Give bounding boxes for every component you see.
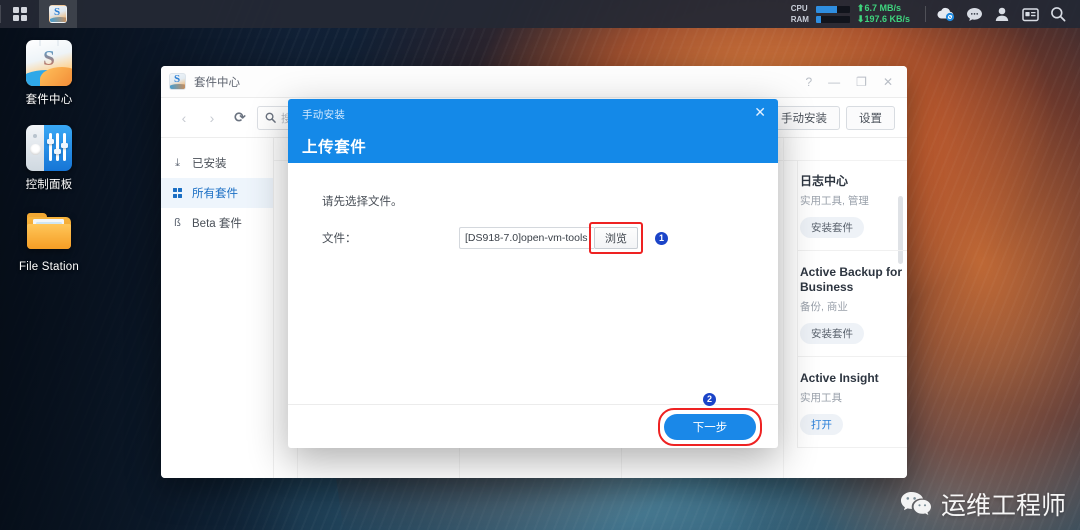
help-button[interactable]: ? bbox=[805, 76, 812, 88]
upload-speed: ⬆6.7 MB/s bbox=[856, 3, 901, 13]
wechat-icon bbox=[900, 492, 931, 515]
watermark: 运维工程师 bbox=[899, 486, 1066, 522]
package-category: 实用工具, 管理 bbox=[800, 195, 869, 207]
user-account-icon[interactable] bbox=[988, 0, 1016, 28]
sidebar-item-all-packages[interactable]: 所有套件 bbox=[161, 178, 273, 208]
desktop-icon-label: 套件中心 bbox=[25, 94, 73, 106]
manual-install-dialog: 手动安装 上传套件 ✕ 请先选择文件。 文件： [DS918-7.0]open-… bbox=[288, 99, 778, 448]
close-button[interactable]: ✕ bbox=[883, 76, 893, 88]
package-card[interactable]: Active Insight 实用工具 打开 bbox=[798, 357, 907, 448]
minimize-button[interactable]: — bbox=[828, 76, 840, 88]
beta-icon: ß bbox=[174, 217, 181, 229]
dialog-hint-text: 请先选择文件。 bbox=[322, 196, 403, 208]
taskbar: CPU RAM ⬆6.7 MB/s ⬇197.6 KB/s bbox=[0, 0, 1080, 28]
package-card[interactable]: 日志中心 实用工具, 管理 安装套件 bbox=[798, 160, 907, 251]
dialog-title: 上传套件 bbox=[302, 139, 367, 156]
grid-apps-icon bbox=[13, 7, 27, 21]
step-badge-2: 2 bbox=[703, 393, 716, 406]
package-list-column: 日志中心 实用工具, 管理 安装套件 Active Backup for Bus… bbox=[797, 160, 907, 448]
control-panel-icon bbox=[26, 125, 72, 171]
refresh-button[interactable]: ⟳ bbox=[229, 107, 251, 129]
sidebar-item-beta-packages[interactable]: ß Beta 套件 bbox=[161, 208, 273, 238]
desktop-root: CPU RAM ⬆6.7 MB/s ⬇197.6 KB/s bbox=[0, 0, 1080, 530]
window-title-bar[interactable]: 套件中心 ? — ❐ ✕ bbox=[161, 66, 907, 98]
window-title: 套件中心 bbox=[194, 76, 240, 89]
sidebar-item-installed[interactable]: ⤓ 已安装 bbox=[161, 148, 273, 178]
sidebar-item-label: 所有套件 bbox=[192, 188, 238, 200]
apps-menu-button[interactable] bbox=[1, 0, 39, 28]
next-button[interactable]: 下一步 bbox=[664, 413, 756, 440]
taskbar-separator bbox=[925, 6, 926, 22]
resource-bars bbox=[815, 5, 850, 23]
search-icon[interactable] bbox=[1044, 0, 1072, 28]
file-path-input[interactable]: [DS918-7.0]open-vm-tools bbox=[459, 227, 594, 249]
close-icon[interactable]: ✕ bbox=[754, 105, 766, 119]
package-name: Active Insight bbox=[800, 371, 879, 385]
file-label: 文件： bbox=[322, 233, 357, 245]
cpu-label: CPU bbox=[790, 3, 808, 13]
resource-labels: CPU RAM bbox=[790, 3, 809, 24]
package-category: 实用工具 bbox=[800, 392, 842, 404]
watermark-text: 运维工程师 bbox=[940, 491, 1066, 520]
desktop-icon-package-center[interactable]: S 套件中心 bbox=[6, 40, 92, 107]
browse-button[interactable]: 浏览 bbox=[594, 227, 638, 249]
taskbar-app-package-center[interactable] bbox=[39, 0, 77, 28]
file-select-row: 文件： [DS918-7.0]open-vm-tools 浏览 1 bbox=[288, 222, 778, 254]
taskbar-left-group bbox=[0, 0, 77, 28]
package-center-icon bbox=[49, 5, 67, 23]
download-speed: ⬇197.6 KB/s bbox=[856, 14, 910, 24]
cpu-usage-bar bbox=[815, 5, 850, 13]
package-card[interactable]: Active Backup for Business 备份, 商业 安装套件 bbox=[798, 251, 907, 357]
download-icon: ⤓ bbox=[175, 156, 180, 169]
network-speeds: ⬆6.7 MB/s ⬇197.6 KB/s bbox=[857, 4, 910, 24]
package-category: 备份, 商业 bbox=[800, 301, 848, 313]
taskbar-right-group: CPU RAM ⬆6.7 MB/s ⬇197.6 KB/s bbox=[782, 0, 1080, 28]
dialog-footer: 2 下一步 bbox=[288, 393, 778, 448]
ram-usage-bar bbox=[815, 15, 850, 23]
search-icon bbox=[265, 112, 276, 123]
sidebar-item-label: 已安装 bbox=[192, 158, 227, 170]
next-button-wrapper: 下一步 bbox=[658, 407, 762, 446]
package-center-sidebar: ⤓ 已安装 所有套件 ß Beta 套件 bbox=[161, 138, 274, 478]
back-button[interactable]: ‹ bbox=[173, 107, 195, 129]
ram-label: RAM bbox=[790, 14, 809, 24]
step-badge-1: 1 bbox=[655, 231, 668, 245]
dialog-subtitle: 手动安装 bbox=[302, 109, 346, 121]
file-station-icon bbox=[26, 210, 72, 256]
desktop-icon-file-station[interactable]: File Station bbox=[6, 210, 92, 273]
browse-button-wrapper: 浏览 bbox=[589, 222, 643, 254]
desktop-icon-control-panel[interactable]: 控制面板 bbox=[6, 125, 92, 192]
notifications-chat-icon[interactable] bbox=[960, 0, 988, 28]
resource-monitor-widget[interactable]: CPU RAM ⬆6.7 MB/s ⬇197.6 KB/s bbox=[782, 4, 919, 24]
forward-button[interactable]: › bbox=[201, 107, 223, 129]
sidebar-item-label: Beta 套件 bbox=[192, 218, 242, 230]
package-install-button[interactable]: 安装套件 bbox=[800, 217, 864, 238]
package-open-button[interactable]: 打开 bbox=[800, 414, 843, 435]
package-center-icon bbox=[169, 73, 186, 90]
manual-install-button[interactable]: 手动安装 bbox=[768, 105, 840, 130]
widgets-icon[interactable] bbox=[1016, 0, 1044, 28]
dialog-body: 请先选择文件。 文件： [DS918-7.0]open-vm-tools 浏览 … bbox=[288, 163, 778, 404]
window-controls: ? — ❐ ✕ bbox=[805, 76, 899, 88]
cloud-sync-icon[interactable] bbox=[932, 0, 960, 28]
desktop-icon-label: File Station bbox=[19, 261, 79, 273]
settings-button[interactable]: 设置 bbox=[846, 105, 895, 130]
package-name: Active Backup for Business bbox=[800, 265, 903, 294]
maximize-button[interactable]: ❐ bbox=[856, 76, 867, 88]
package-center-icon: S bbox=[26, 40, 72, 86]
package-install-button[interactable]: 安装套件 bbox=[800, 323, 864, 344]
desktop-icon-label: 控制面板 bbox=[25, 179, 73, 191]
grid-icon bbox=[171, 188, 184, 198]
dialog-header: 手动安装 上传套件 ✕ bbox=[288, 99, 778, 163]
package-name: 日志中心 bbox=[800, 174, 849, 188]
